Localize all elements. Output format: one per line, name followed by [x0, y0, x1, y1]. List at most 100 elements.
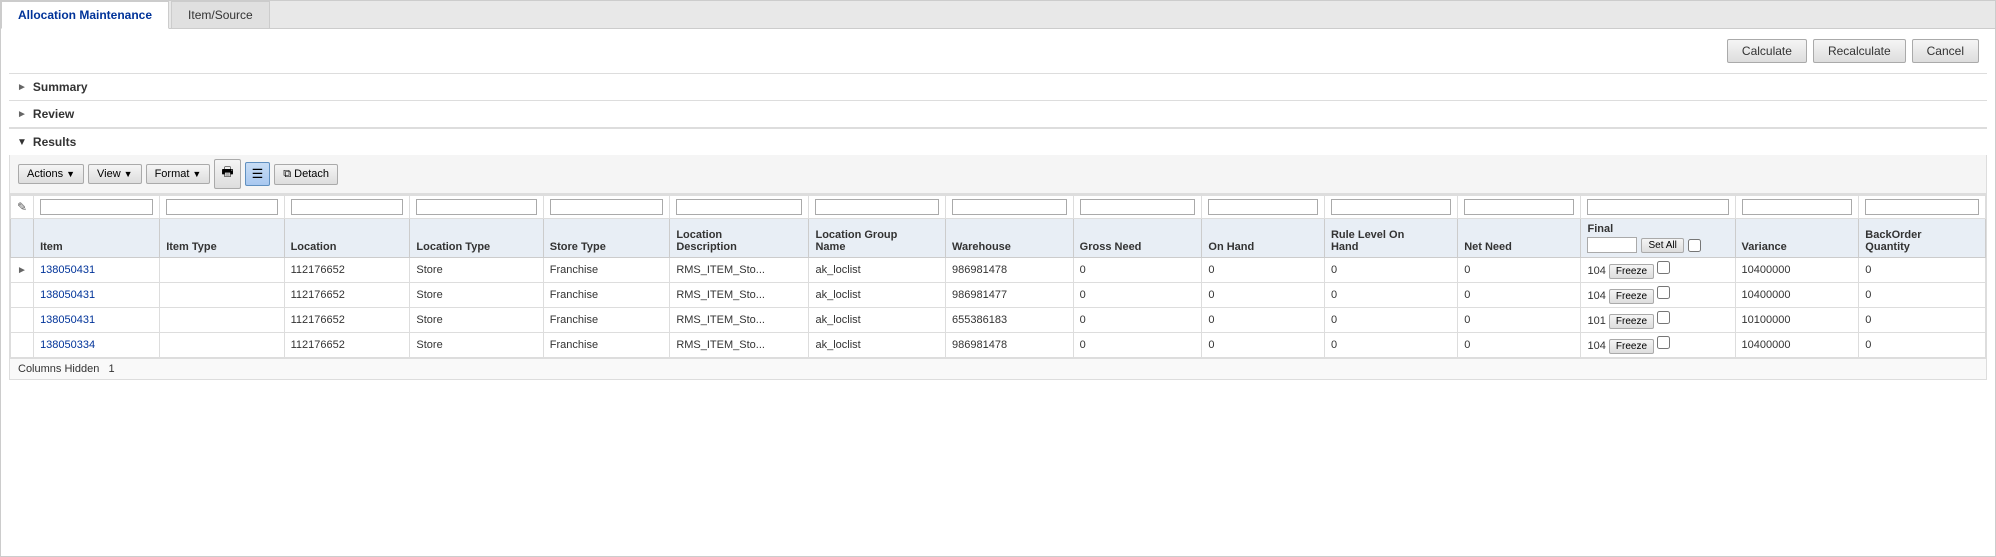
filter-store-type: [543, 196, 670, 219]
tab-bar: Allocation Maintenance Item/Source: [1, 1, 1995, 29]
filter-final: [1581, 196, 1735, 219]
th-rule-level[interactable]: Rule Level OnHand: [1324, 219, 1457, 258]
filter-backorder: [1859, 196, 1986, 219]
filter-variance-input[interactable]: [1742, 199, 1853, 215]
th-backorder-qty[interactable]: BackOrderQuantity: [1859, 219, 1986, 258]
detach-button[interactable]: ⧉ Detach: [274, 164, 338, 185]
detach-icon: ⧉: [283, 168, 291, 181]
tab-item-source[interactable]: Item/Source: [171, 1, 270, 28]
filter-item-input[interactable]: [40, 199, 153, 215]
print-icon-button[interactable]: 🖶: [214, 159, 240, 189]
cell-warehouse: 655386183: [946, 308, 1074, 333]
cell-on-hand: 0: [1202, 283, 1325, 308]
freeze-checkbox[interactable]: [1657, 286, 1670, 299]
results-header[interactable]: ▼ Results: [9, 128, 1987, 155]
item-link[interactable]: 138050431: [40, 314, 95, 326]
filter-loc-group-input[interactable]: [815, 199, 939, 215]
item-link[interactable]: 138050334: [40, 339, 95, 351]
edit-icon: ✎: [17, 200, 27, 214]
filter-rule-level-input[interactable]: [1331, 199, 1451, 215]
freeze-checkbox[interactable]: [1657, 311, 1670, 324]
review-arrow: ►: [17, 109, 27, 120]
set-all-button[interactable]: Set All: [1641, 238, 1683, 253]
filter-on-hand-input[interactable]: [1208, 199, 1318, 215]
freeze-button[interactable]: Freeze: [1609, 289, 1654, 304]
cell-store-type: Franchise: [543, 333, 670, 358]
cell-net-need: 0: [1458, 333, 1581, 358]
cell-location-group: ak_loclist: [809, 283, 946, 308]
cell-backorder-qty: 0: [1859, 333, 1986, 358]
th-location-type[interactable]: Location Type: [410, 219, 543, 258]
item-link[interactable]: 138050431: [40, 289, 95, 301]
cell-rule-level: 0: [1324, 308, 1457, 333]
view-button[interactable]: View ▼: [88, 164, 142, 184]
filter-backorder-input[interactable]: [1865, 199, 1979, 215]
item-link[interactable]: 138050431: [40, 264, 95, 276]
filter-gross-need-input[interactable]: [1080, 199, 1196, 215]
th-item[interactable]: Item: [34, 219, 160, 258]
filter-final-input[interactable]: [1587, 199, 1728, 215]
freeze-button[interactable]: Freeze: [1609, 339, 1654, 354]
th-location-group[interactable]: Location GroupName: [809, 219, 946, 258]
th-location[interactable]: Location: [284, 219, 410, 258]
freeze-button[interactable]: Freeze: [1609, 314, 1654, 329]
cell-location-type: Store: [410, 258, 543, 283]
summary-header[interactable]: ► Summary: [9, 74, 1987, 100]
cell-item[interactable]: 138050431: [34, 308, 160, 333]
cell-location-type: Store: [410, 283, 543, 308]
final-select-all-checkbox[interactable]: [1688, 239, 1701, 252]
cell-item[interactable]: 138050431: [34, 283, 160, 308]
filter-location-input[interactable]: [291, 199, 404, 215]
freeze-checkbox[interactable]: [1657, 261, 1670, 274]
filter-location: [284, 196, 410, 219]
filter-location-type-input[interactable]: [416, 199, 536, 215]
filter-net-need-input[interactable]: [1464, 199, 1574, 215]
th-warehouse[interactable]: Warehouse: [946, 219, 1074, 258]
filter-item-type-input[interactable]: [166, 199, 277, 215]
cell-rule-level: 0: [1324, 258, 1457, 283]
cell-variance: 10400000: [1735, 258, 1859, 283]
th-location-desc[interactable]: LocationDescription: [670, 219, 809, 258]
actions-dropdown-arrow: ▼: [66, 169, 75, 179]
actions-button[interactable]: Actions ▼: [18, 164, 84, 184]
cell-item[interactable]: 138050431: [34, 258, 160, 283]
th-variance[interactable]: Variance: [1735, 219, 1859, 258]
cell-store-type: Franchise: [543, 308, 670, 333]
top-actions-bar: Calculate Recalculate Cancel: [1, 29, 1995, 73]
cell-location: 112176652: [284, 333, 410, 358]
review-header[interactable]: ► Review: [9, 101, 1987, 127]
row-indicator-cell: [11, 308, 34, 333]
cell-net-need: 0: [1458, 308, 1581, 333]
freeze-checkbox[interactable]: [1657, 336, 1670, 349]
cell-location-desc: RMS_ITEM_Sto...: [670, 308, 809, 333]
cell-item[interactable]: 138050334: [34, 333, 160, 358]
filter-loc-desc-input[interactable]: [676, 199, 802, 215]
cell-location: 112176652: [284, 283, 410, 308]
cell-location-desc: RMS_ITEM_Sto...: [670, 283, 809, 308]
tab-allocation[interactable]: Allocation Maintenance: [1, 1, 169, 29]
filter-loc-desc: [670, 196, 809, 219]
cell-location-group: ak_loclist: [809, 258, 946, 283]
freeze-button[interactable]: Freeze: [1609, 264, 1654, 279]
cell-backorder-qty: 0: [1859, 283, 1986, 308]
filter-net-need: [1458, 196, 1581, 219]
recalculate-button[interactable]: Recalculate: [1813, 39, 1906, 63]
calculate-button[interactable]: Calculate: [1727, 39, 1807, 63]
final-value: 104: [1587, 265, 1605, 277]
cancel-button[interactable]: Cancel: [1912, 39, 1979, 63]
th-on-hand[interactable]: On Hand: [1202, 219, 1325, 258]
cell-item-type: [160, 283, 284, 308]
filter-warehouse-input[interactable]: [952, 199, 1067, 215]
format-button[interactable]: Format ▼: [146, 164, 211, 184]
set-all-input[interactable]: [1587, 237, 1637, 253]
summary-label: Summary: [33, 80, 88, 94]
th-store-type[interactable]: Store Type: [543, 219, 670, 258]
th-item-type[interactable]: Item Type: [160, 219, 284, 258]
filter-warehouse: [946, 196, 1074, 219]
wrap-icon-button[interactable]: ☰: [245, 162, 271, 186]
th-net-need[interactable]: Net Need: [1458, 219, 1581, 258]
cell-on-hand: 0: [1202, 258, 1325, 283]
filter-store-type-input[interactable]: [550, 199, 664, 215]
cell-variance: 10400000: [1735, 283, 1859, 308]
th-gross-need[interactable]: Gross Need: [1073, 219, 1202, 258]
